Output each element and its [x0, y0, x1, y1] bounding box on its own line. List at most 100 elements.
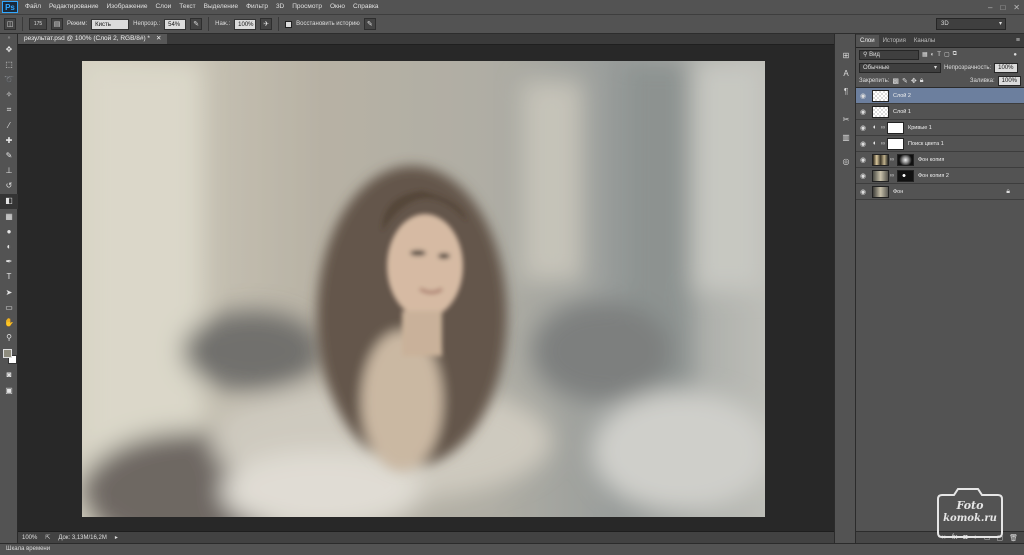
move-tool-icon[interactable]: ✥: [0, 42, 18, 57]
menu-select[interactable]: Выделение: [200, 0, 242, 14]
blend-mode-select[interactable]: Обычные ▾: [859, 62, 941, 73]
shape-filter-icon[interactable]: ▢: [944, 51, 950, 58]
erase-history-checkbox[interactable]: [285, 20, 293, 28]
shape-tool-icon[interactable]: ▭: [0, 300, 18, 315]
history-panel-icon[interactable]: ⊞: [835, 48, 857, 62]
menu-file[interactable]: Файл: [21, 0, 45, 14]
quick-mask-icon[interactable]: ◙: [0, 368, 18, 383]
marquee-tool-icon[interactable]: ⬚: [0, 57, 18, 72]
layer-row[interactable]: ◉ Слой 1: [856, 104, 1024, 120]
kind-filter-select[interactable]: ⚲ Вид: [859, 49, 919, 60]
lock-position-icon[interactable]: ✥: [911, 77, 917, 85]
eraser-tool-icon[interactable]: ◧: [0, 193, 18, 210]
flow-input[interactable]: 100%: [234, 18, 257, 30]
layer-row[interactable]: ◉ ∞ Фон копия: [856, 152, 1024, 168]
eye-icon[interactable]: ◉: [856, 92, 870, 100]
menu-type[interactable]: Текст: [175, 0, 199, 14]
menu-window[interactable]: Окно: [326, 0, 349, 14]
export-icon[interactable]: ⇱: [45, 534, 50, 541]
tool-presets-icon[interactable]: ✂: [835, 112, 857, 126]
menu-view[interactable]: Просмотр: [288, 0, 326, 14]
crop-tool-icon[interactable]: ⌗: [0, 103, 18, 118]
path-select-tool-icon[interactable]: ➤: [0, 285, 18, 300]
clone-source-icon[interactable]: ◎: [835, 154, 857, 168]
link-icon: ∞: [889, 156, 895, 163]
collapse-icon[interactable]: »: [0, 34, 18, 42]
erase-history-label: Восстановить историю: [296, 21, 360, 27]
brush-panel-toggle[interactable]: ▤: [51, 18, 63, 30]
brush-presets-icon[interactable]: ▥: [835, 130, 857, 144]
brush-preset-picker[interactable]: 175: [29, 18, 47, 30]
lock-pixels-icon[interactable]: ✎: [902, 77, 908, 85]
pen-tool-icon[interactable]: ✒: [0, 255, 18, 270]
document-tab[interactable]: результат.psd @ 100% (Слой 2, RGB/8#) * …: [18, 34, 168, 44]
eye-icon[interactable]: ◉: [856, 156, 870, 164]
lock-all-icon[interactable]: 🔒︎: [920, 77, 924, 85]
foreground-color-swatch[interactable]: [3, 348, 12, 358]
eye-icon[interactable]: ◉: [856, 140, 870, 148]
close-icon[interactable]: ✕: [156, 34, 161, 44]
layer-row[interactable]: ◉ ∞ Фон копия 2: [856, 168, 1024, 184]
tool-preset-picker[interactable]: ◫: [4, 18, 16, 30]
character-panel-icon[interactable]: A: [835, 66, 857, 80]
pressure-opacity-button[interactable]: ✎: [190, 18, 203, 30]
paragraph-panel-icon[interactable]: ¶: [835, 84, 857, 98]
pressure-size-button[interactable]: ✎: [363, 18, 376, 30]
tab-layers[interactable]: Слои: [856, 35, 879, 47]
clone-stamp-tool-icon[interactable]: ⊥: [0, 164, 18, 179]
panel-menu-icon[interactable]: ≡: [1016, 35, 1020, 47]
lasso-tool-icon[interactable]: ➰: [0, 72, 18, 87]
layer-row[interactable]: ◉ ◐ ∞ Поиск цвета 1: [856, 136, 1024, 152]
layer-row[interactable]: ◉ ◐ ∞ Кривые 1: [856, 120, 1024, 136]
layer-row[interactable]: ◉ Фон 🔒︎: [856, 184, 1024, 200]
menu-bar: Ps Файл Редактирование Изображение Слои …: [0, 0, 1024, 14]
screen-mode-icon[interactable]: ▣: [0, 383, 18, 398]
type-filter-icon[interactable]: T: [937, 52, 941, 58]
lock-transparency-icon[interactable]: ▩: [892, 77, 899, 85]
trash-icon[interactable]: 🗑︎: [1009, 534, 1018, 542]
eye-icon[interactable]: ◉: [856, 172, 870, 180]
timeline-panel[interactable]: Шкала времени: [0, 543, 1024, 555]
close-icon[interactable]: ✕: [1013, 3, 1020, 12]
pixel-filter-icon[interactable]: ▦: [922, 51, 928, 58]
eye-icon[interactable]: ◉: [856, 124, 870, 132]
fill-input[interactable]: 100%: [997, 75, 1021, 86]
history-brush-tool-icon[interactable]: ↺: [0, 179, 18, 194]
tab-channels[interactable]: Каналы: [910, 35, 939, 47]
workspace-select[interactable]: 3D ▾: [936, 18, 1006, 30]
zoom-tool-icon[interactable]: ⚲: [0, 331, 18, 346]
menu-edit[interactable]: Редактирование: [45, 0, 103, 14]
type-tool-icon[interactable]: T: [0, 270, 18, 285]
menu-3d[interactable]: 3D: [272, 0, 288, 14]
document-info[interactable]: Док: 3,13M/16,2M: [58, 535, 106, 541]
eye-icon[interactable]: ◉: [856, 108, 870, 116]
tab-history[interactable]: История: [879, 35, 910, 47]
airbrush-button[interactable]: ✈: [260, 18, 273, 30]
healing-brush-tool-icon[interactable]: ✚: [0, 133, 18, 148]
layer-opacity-input[interactable]: 100%: [994, 62, 1018, 73]
eye-icon[interactable]: ◉: [856, 188, 870, 196]
image-canvas[interactable]: [82, 61, 765, 517]
menu-help[interactable]: Справка: [349, 0, 383, 14]
gradient-tool-icon[interactable]: ▦: [0, 209, 18, 224]
hand-tool-icon[interactable]: ✋: [0, 315, 18, 330]
filter-toggle-icon[interactable]: ●: [1013, 52, 1017, 58]
zoom-level[interactable]: 100%: [22, 535, 37, 541]
workspace-value: 3D: [941, 21, 949, 27]
menu-layers[interactable]: Слои: [151, 0, 175, 14]
arrow-right-icon[interactable]: ▸: [115, 534, 118, 541]
adjustment-filter-icon[interactable]: ◐: [931, 52, 935, 58]
opacity-input[interactable]: 54%: [164, 18, 187, 30]
quick-select-tool-icon[interactable]: ✧: [0, 88, 18, 103]
smart-object-filter-icon[interactable]: ⧉: [953, 51, 957, 58]
layer-row[interactable]: ◉ Слой 2: [856, 88, 1024, 104]
minimize-icon[interactable]: –: [988, 3, 992, 12]
mode-select[interactable]: Кисть: [91, 18, 130, 30]
menu-image[interactable]: Изображение: [103, 0, 152, 14]
eyedropper-tool-icon[interactable]: ⁄: [0, 118, 18, 133]
menu-filter[interactable]: Фильтр: [242, 0, 272, 14]
dodge-tool-icon[interactable]: ◐: [0, 239, 18, 254]
blur-tool-icon[interactable]: ●: [0, 224, 18, 239]
maximize-icon[interactable]: □: [1000, 3, 1005, 12]
brush-tool-icon[interactable]: ✎: [0, 148, 18, 163]
